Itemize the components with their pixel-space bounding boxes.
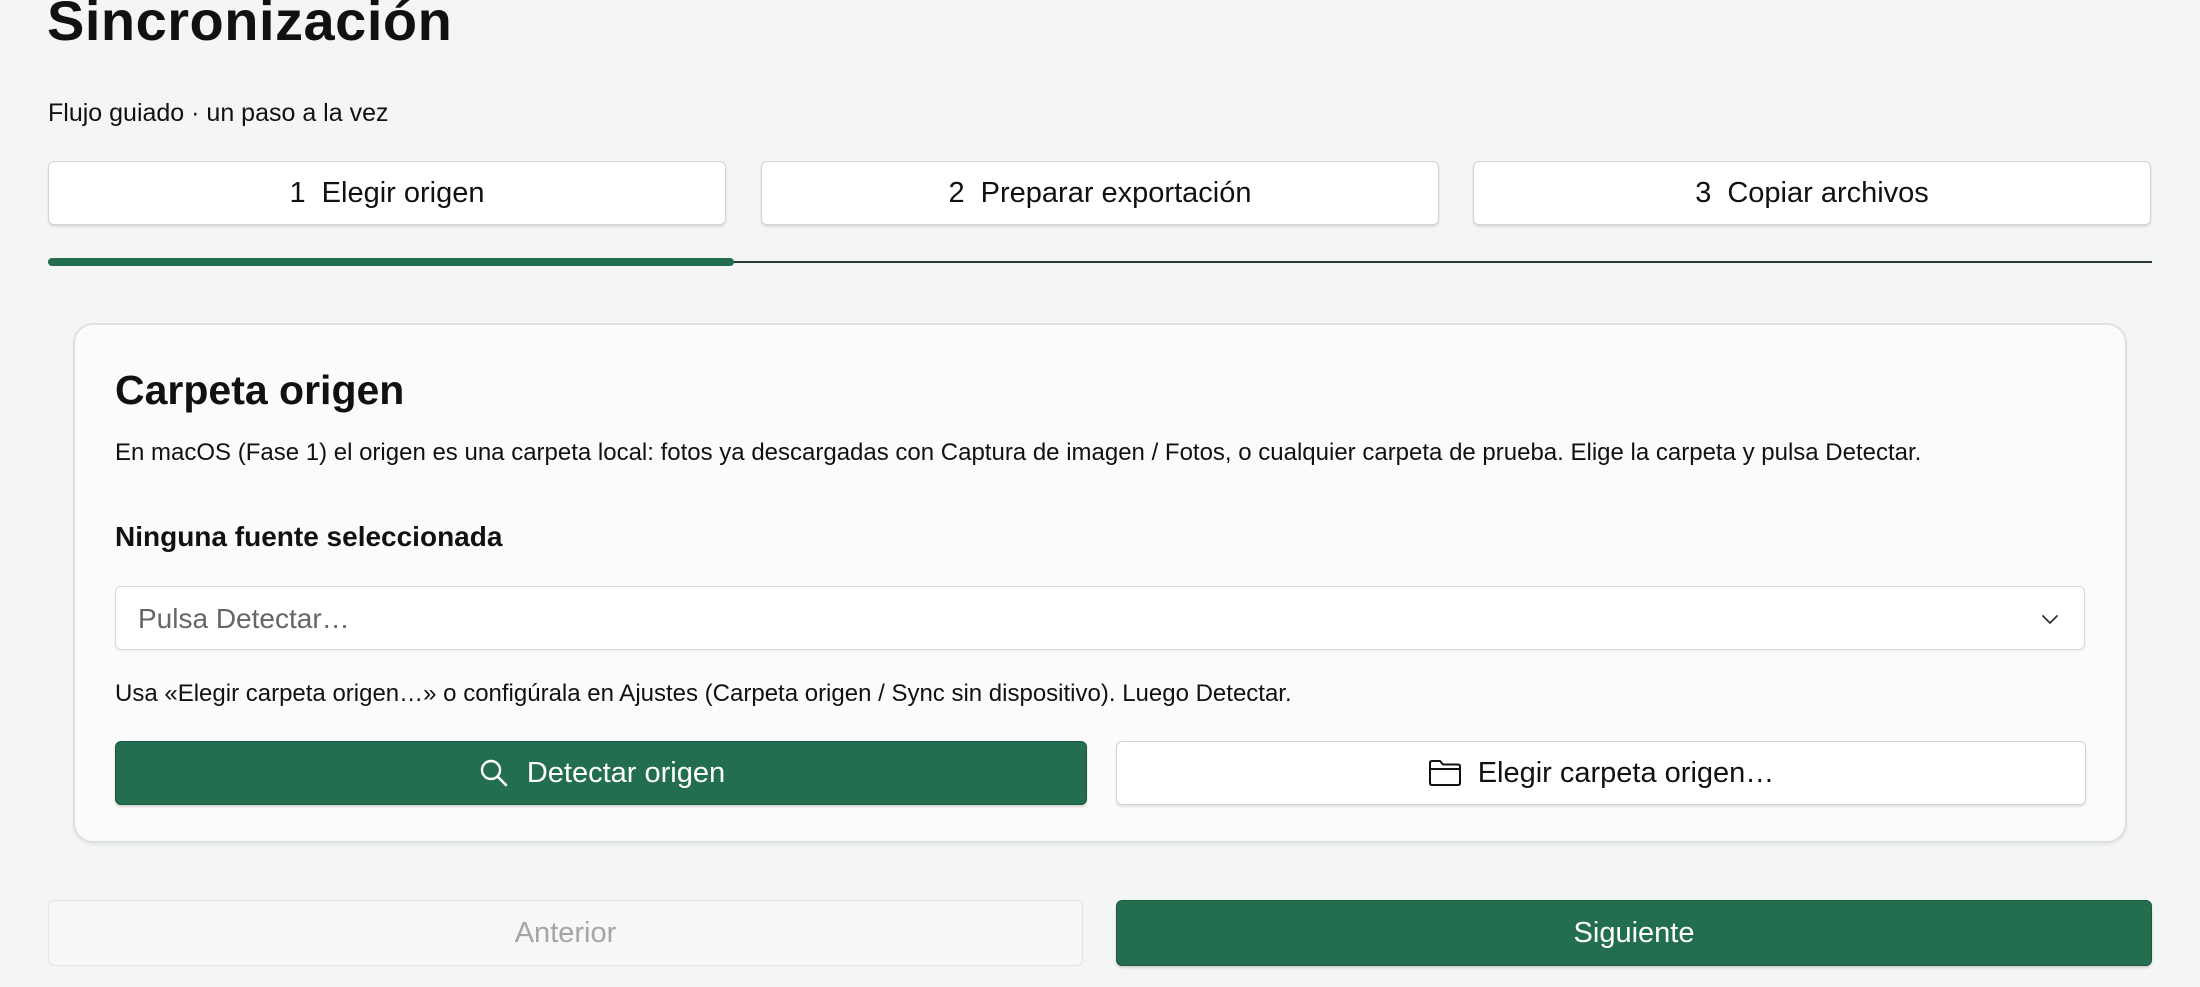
page-title: Sincronización [47,0,453,52]
chevron-down-icon [2042,615,2058,624]
detect-source-button[interactable]: Detectar origen [115,741,1087,805]
source-select[interactable]: Pulsa Detectar… [115,586,2085,650]
previous-button[interactable]: Anterior [48,900,1083,966]
page-subtitle: Flujo guiado · un paso a la vez [48,99,389,127]
card-title: Carpeta origen [115,367,405,413]
folder-icon [1428,756,1462,790]
source-folder-card: Carpeta origen En macOS (Fase 1) el orig… [73,323,2127,843]
step-label: Preparar exportación [980,176,1252,209]
choose-source-folder-label: Elegir carpeta origen… [1477,756,1775,789]
search-icon [477,756,511,790]
step-tab-prepare-export[interactable]: 2 Preparar exportación [761,161,1439,225]
step-number: 3 [1695,176,1712,209]
step-label: Elegir origen [321,176,485,209]
step-tab-copy-files[interactable]: 3 Copiar archivos [1473,161,2151,225]
step-label: Copiar archivos [1727,176,1929,209]
sync-page: Sincronización Flujo guiado · un paso a … [0,0,2200,987]
source-hint: Usa «Elegir carpeta origen…» o configúra… [115,680,1292,707]
card-description: En macOS (Fase 1) el origen es una carpe… [115,439,1922,466]
source-select-value: Pulsa Detectar… [138,603,350,634]
source-status: Ninguna fuente seleccionada [115,521,503,552]
progress-fill [48,258,734,266]
previous-label: Anterior [514,916,617,949]
detect-source-label: Detectar origen [526,756,726,789]
step-number: 2 [948,176,965,209]
choose-source-folder-button[interactable]: Elegir carpeta origen… [1116,741,2086,805]
next-label: Siguiente [1573,916,1695,949]
step-tab-choose-source[interactable]: 1 Elegir origen [48,161,726,225]
next-button[interactable]: Siguiente [1116,900,2152,966]
step-number: 1 [289,176,306,209]
stepper: 1 Elegir origen 2 Preparar exportación 3 Co… [48,161,2152,227]
